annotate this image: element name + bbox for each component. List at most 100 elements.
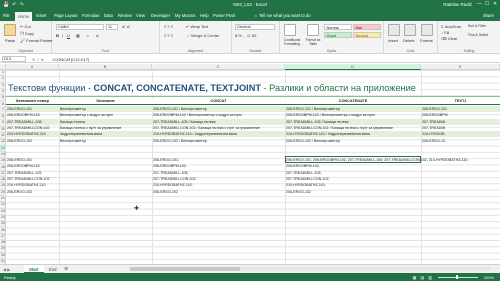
horizontal-scrollbar[interactable] xyxy=(130,267,490,271)
name-box[interactable]: D13 xyxy=(2,56,26,62)
autosum-button[interactable]: Σ AutoSum xyxy=(441,24,461,29)
style-bad[interactable]: Bad xyxy=(353,24,381,30)
alignment-label: Alignment xyxy=(187,49,204,53)
eraser-icon: ⌫ xyxy=(441,36,448,41)
tab-view[interactable]: View xyxy=(136,13,145,18)
format-painter-button[interactable]: 🖌 Format Painter xyxy=(20,38,53,43)
tab-home[interactable]: Home xyxy=(15,12,33,21)
user-name[interactable]: Ratislav Radić xyxy=(443,2,472,7)
window-title: M02_L02 - Excel xyxy=(233,2,267,7)
tab-developer[interactable]: Developer xyxy=(151,13,170,18)
page-break-view-icon[interactable]: ▥ xyxy=(428,275,432,280)
format-button[interactable]: Format xyxy=(420,38,433,43)
cells-label: Cells xyxy=(406,49,415,53)
tab-review[interactable]: Review xyxy=(118,13,132,18)
editing-label: Editing xyxy=(463,49,475,53)
font-name-select[interactable]: Calibri xyxy=(56,24,104,30)
tab-my-macros[interactable]: My Macros xyxy=(175,13,195,18)
status-ready: Ready xyxy=(4,274,16,280)
borders-icon[interactable]: ▦ xyxy=(76,33,80,38)
cut-button[interactable]: ✂ Cut xyxy=(20,24,31,29)
active-cell-selection[interactable] xyxy=(285,156,421,163)
table-cell[interactable]: Велоергометър xyxy=(59,138,152,144)
table-header[interactable]: Каталожен номер xyxy=(6,99,59,105)
sheet-nav-arrows-icon[interactable]: ◀ ▶ xyxy=(3,267,10,272)
table-header[interactable]: Описание xyxy=(59,99,152,105)
tab-formulas[interactable]: Formulas xyxy=(82,13,99,18)
maximize-button[interactable]: ☐ xyxy=(483,1,491,7)
find-select-button[interactable]: Find & Select xyxy=(468,33,488,37)
fx-icon[interactable]: ✕ ✓ fx xyxy=(32,57,44,62)
table-cell[interactable]: 206-ERGO-102 xyxy=(6,138,59,144)
zoom-slider[interactable] xyxy=(438,275,478,279)
conditional-formatting-icon[interactable] xyxy=(284,24,296,36)
style-good[interactable]: Good xyxy=(324,32,352,38)
page-layout-view-icon[interactable]: ▤ xyxy=(420,275,424,280)
align-left-icon[interactable]: ≡ ≡ ≡ xyxy=(164,33,173,38)
status-bar: Ready ▦ ▤ ▥ 100% xyxy=(0,273,500,281)
font-size-select[interactable]: 11 xyxy=(106,24,118,30)
editing-group: Σ AutoSum ↓ Fill ⌫ Clear Sort & Filter F… xyxy=(438,21,500,54)
tab-data[interactable]: Data xyxy=(104,13,113,18)
format-as-table-icon[interactable] xyxy=(307,24,319,36)
style-normal[interactable]: Normal xyxy=(324,24,352,30)
number-label: Number xyxy=(249,49,262,53)
table-header[interactable]: CONCATENATE xyxy=(285,99,421,105)
font-color-icon[interactable]: A xyxy=(96,33,99,38)
zoom-level[interactable]: 100% xyxy=(484,275,494,280)
table-cell[interactable]: 206-ERGO-102 / Велоергометър xyxy=(285,138,421,144)
share-button[interactable]: Share xyxy=(483,13,494,18)
paste-button[interactable]: Paste xyxy=(5,38,15,43)
normal-view-icon[interactable]: ▦ xyxy=(413,275,417,280)
insert-cells-icon[interactable] xyxy=(388,24,400,36)
table-cell[interactable]: 206-ERGO-10 xyxy=(421,138,500,144)
tab-insert[interactable]: Insert xyxy=(36,13,46,18)
sheet-tab-start[interactable]: Start xyxy=(24,265,44,273)
concat-result-cell[interactable]: 206-ERGO-102 xyxy=(285,189,500,195)
underline-icon[interactable]: U xyxy=(67,33,70,38)
formula-input[interactable]: =CONCAT(C12:C17) xyxy=(52,57,89,62)
sheet-tab-end[interactable]: End xyxy=(44,265,61,273)
merge-center-button[interactable]: ⇔ Merge & Center xyxy=(186,33,219,38)
delete-cells-icon[interactable] xyxy=(404,24,416,36)
concat-input-cell[interactable]: 206-ERGO-102 xyxy=(152,189,285,195)
currency-icon[interactable]: $ % , .0 .00 xyxy=(235,33,256,38)
format-cells-icon[interactable] xyxy=(421,24,433,36)
format-as-table-button[interactable]: Format as Table xyxy=(304,38,322,46)
clipboard-group: Paste ✂ Cut ❐ Copy 🖌 Format Painter Clip… xyxy=(0,21,53,54)
table-cell[interactable]: 206-ERGO-102 / Велоергометър xyxy=(152,138,285,144)
title-functions: CONCAT, CONCATENATE, TEXTJOINT xyxy=(93,83,261,93)
styles-group: Conditional Formatting Format as Table N… xyxy=(280,21,384,54)
tab-page-layout[interactable]: Page Layout xyxy=(54,13,78,18)
conditional-formatting-button[interactable]: Conditional Formatting xyxy=(281,38,303,46)
font-label: Font xyxy=(101,49,109,53)
font-grow-icon[interactable]: Aˆ Aˇ xyxy=(122,24,131,29)
clear-button[interactable]: ⌫ Clear xyxy=(441,36,457,41)
worksheet[interactable]: Текстови функции - CONCAT, CONCATENATE, … xyxy=(6,70,500,264)
tab-help[interactable]: Help xyxy=(200,13,209,18)
delete-button[interactable]: Delete xyxy=(403,38,415,43)
align-top-icon[interactable]: ≡ ≡ ≡ xyxy=(164,24,173,29)
copy-button[interactable]: ❐ Copy xyxy=(20,31,34,36)
style-neutral[interactable]: Neutral xyxy=(353,32,381,38)
table-header[interactable]: TEXTJ xyxy=(421,99,500,105)
insert-button[interactable]: Insert xyxy=(388,38,398,43)
fill-button[interactable]: ↓ Fill xyxy=(441,30,449,35)
italic-icon[interactable]: I xyxy=(62,33,63,38)
wrap-text-button[interactable]: ↵ Wrap Text xyxy=(186,24,208,29)
catalog-cell[interactable]: 206-ERGO-102 xyxy=(6,189,59,195)
bold-icon[interactable]: B xyxy=(56,33,59,38)
add-sheet-icon[interactable]: ⊕ xyxy=(64,266,68,272)
scrollbar-thumb[interactable] xyxy=(130,267,240,271)
paste-icon[interactable] xyxy=(4,24,16,36)
tell-me-box[interactable]: ☼ Tell me what you want to do xyxy=(254,13,311,18)
number-format-select[interactable]: General xyxy=(235,24,275,30)
close-button[interactable]: ✕ xyxy=(491,1,499,7)
minimize-button[interactable]: — xyxy=(475,1,483,7)
fill-color-icon[interactable]: ▲ xyxy=(86,33,90,38)
tab-file[interactable]: File xyxy=(3,13,10,18)
tab-power-pivot[interactable]: Power Pivot xyxy=(213,13,235,18)
table-header[interactable]: CONCAT xyxy=(152,99,285,105)
sort-filter-button[interactable]: Sort & Filter xyxy=(468,24,486,28)
zoom-knob[interactable] xyxy=(456,275,458,279)
